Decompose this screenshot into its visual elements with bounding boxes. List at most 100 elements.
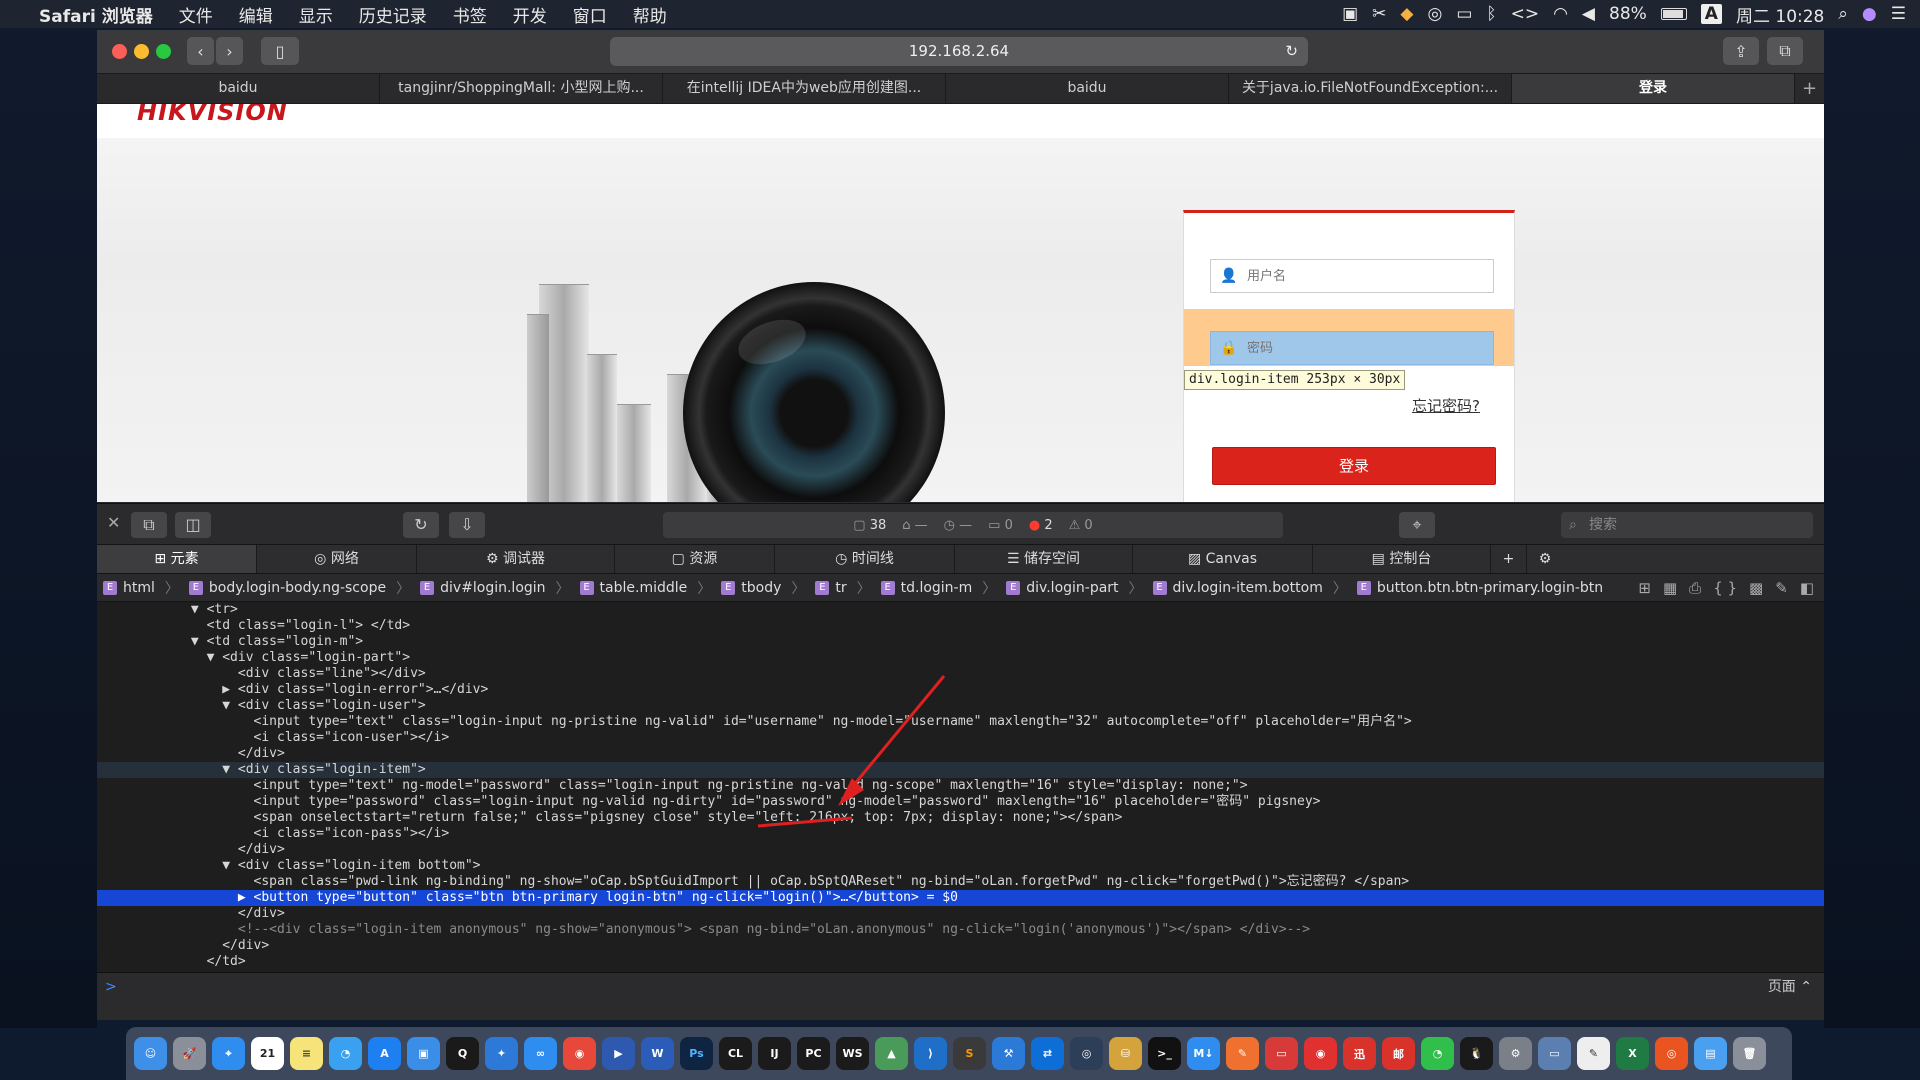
close-window-button[interactable]	[112, 44, 127, 59]
code-icon[interactable]: <>	[1511, 4, 1540, 24]
text-edit-icon[interactable]: ✎	[1577, 1037, 1610, 1070]
tab-overview-button[interactable]: ⧉	[1767, 37, 1803, 65]
dom-line[interactable]: <input type="password" class="login-inpu…	[97, 794, 1824, 810]
finder-icon[interactable]: ☺	[134, 1037, 167, 1070]
photoshop-icon[interactable]: Ps	[680, 1037, 713, 1070]
username-field[interactable]: 👤	[1210, 259, 1494, 293]
parallels-icon[interactable]: ▭	[1265, 1037, 1298, 1070]
reload-icon[interactable]: ↻	[1285, 37, 1298, 66]
mail-app-icon[interactable]: 邮	[1382, 1037, 1415, 1070]
volume-icon[interactable]: ◀	[1582, 4, 1595, 24]
airplay-icon[interactable]: ▭	[1456, 4, 1472, 24]
reload-page-button[interactable]: ↻	[403, 512, 439, 538]
calendar-icon[interactable]: 21	[251, 1037, 284, 1070]
swift-icon[interactable]: ✎	[1226, 1037, 1259, 1070]
breadcrumb-body[interactable]: Ebody.login-body.ng-scope 〉	[188, 578, 410, 598]
dom-line-selected[interactable]: ▶ <button type="button" class="btn btn-p…	[97, 890, 1824, 906]
app-store-icon[interactable]: A	[368, 1037, 401, 1070]
dom-line[interactable]: <div class="line"></div>	[97, 666, 1824, 682]
menu-develop[interactable]: 开发	[500, 2, 560, 27]
print-icon[interactable]: ⎙	[1689, 579, 1701, 597]
menu-app[interactable]: Safari 浏览器	[26, 2, 166, 27]
pencil-icon[interactable]: ✎	[1775, 579, 1788, 597]
tab-shoppingmall[interactable]: tangjinr/ShoppingMall: 小型网上购...	[380, 74, 663, 103]
element-picker-button[interactable]: ⌖	[1399, 512, 1435, 538]
dom-line[interactable]: </div>	[97, 906, 1824, 922]
camera-app-icon[interactable]: ◎	[1070, 1037, 1103, 1070]
tab-network[interactable]: ◎ 网络	[257, 545, 417, 573]
database-icon[interactable]: ⛁	[1109, 1037, 1142, 1070]
messages-icon[interactable]: ◔	[329, 1037, 362, 1070]
console-prompt[interactable]: > 页面 ⌃	[97, 972, 1824, 1002]
layout-grid-icon[interactable]: ⊞	[1638, 579, 1651, 597]
dom-line-comment[interactable]: <!--<div class="login-item anonymous" ng…	[97, 922, 1824, 938]
scissors-icon[interactable]: ✂	[1372, 4, 1386, 24]
pycharm-icon[interactable]: PC	[797, 1037, 830, 1070]
netease-music-icon[interactable]: ◉	[1304, 1037, 1337, 1070]
markdown-icon[interactable]: M↓	[1187, 1037, 1220, 1070]
minimize-window-button[interactable]	[134, 44, 149, 59]
tab-login[interactable]: 登录	[1512, 74, 1795, 103]
forward-button[interactable]: ›	[216, 37, 243, 65]
menu-bookmarks[interactable]: 书签	[440, 2, 500, 27]
menu-window[interactable]: 窗口	[560, 2, 620, 27]
tab-filenotfound[interactable]: 关于java.io.FileNotFoundException:...	[1229, 74, 1512, 103]
detach-inspector-button[interactable]: ⧉	[131, 512, 167, 538]
clion-icon[interactable]: CL	[719, 1037, 752, 1070]
menu-history[interactable]: 历史记录	[346, 2, 440, 27]
tab-elements[interactable]: ⊞ 元素	[97, 545, 257, 573]
dom-line[interactable]: </td>	[97, 954, 1824, 970]
add-tab-button[interactable]: +	[1491, 545, 1527, 573]
clock[interactable]: 周二 10:28	[1736, 2, 1824, 27]
layers-icon[interactable]: ▦	[1663, 579, 1677, 597]
braces-icon[interactable]: { }	[1713, 579, 1737, 597]
dom-line[interactable]: </div>	[97, 746, 1824, 762]
dom-line[interactable]: <td class="login-l"> </td>	[97, 618, 1824, 634]
dom-line[interactable]: ▼ <tr>	[97, 602, 1824, 618]
breadcrumb-button[interactable]: Ebutton.btn.btn-primary.login-btn	[1356, 580, 1603, 596]
tab-debugger[interactable]: ⚙ 调试器	[417, 545, 615, 573]
terminal-icon[interactable]: >_	[1148, 1037, 1181, 1070]
breadcrumb-tbody[interactable]: Etbody 〉	[721, 578, 805, 598]
downloads-folder-icon[interactable]: ▤	[1694, 1037, 1727, 1070]
launchpad-icon[interactable]: 🚀	[173, 1037, 206, 1070]
dom-line[interactable]: <input type="text" ng-model="password" c…	[97, 778, 1824, 794]
inspector-search[interactable]: ⌕ 搜索	[1561, 512, 1813, 538]
app-status-icon[interactable]: ◆	[1400, 4, 1413, 24]
notification-center-icon[interactable]: ☰	[1891, 4, 1906, 24]
download-archive-button[interactable]: ⇩	[449, 512, 485, 538]
share-button[interactable]: ⇪	[1723, 37, 1759, 65]
system-preferences-icon[interactable]: ⚙	[1499, 1037, 1532, 1070]
dom-line-hovered[interactable]: ▼ <div class="login-item">	[97, 762, 1824, 778]
tab-timeline[interactable]: ◷ 时间线	[775, 545, 955, 573]
dom-line[interactable]: <i class="icon-user"></i>	[97, 730, 1824, 746]
close-inspector-icon[interactable]: ✕	[107, 513, 120, 532]
wechat-dock-icon[interactable]: ◔	[1421, 1037, 1454, 1070]
battery-icon[interactable]	[1660, 8, 1687, 20]
dom-line[interactable]: <span onselectstart="return false;" clas…	[97, 810, 1824, 826]
breadcrumb-html[interactable]: Ehtml 〉	[103, 578, 179, 598]
quicktime-icon[interactable]: Q	[446, 1037, 479, 1070]
baidu-netdisk-icon[interactable]: ∞	[524, 1037, 557, 1070]
tab-baidu-2[interactable]: baidu	[946, 74, 1229, 103]
image-capture-icon[interactable]: ▭	[1538, 1037, 1571, 1070]
intellij-icon[interactable]: IJ	[758, 1037, 791, 1070]
excel-icon[interactable]: X	[1616, 1037, 1649, 1070]
inspector-settings-icon[interactable]: ⚙	[1527, 545, 1563, 573]
dom-line[interactable]: </div>	[97, 938, 1824, 954]
thunder-icon[interactable]: 迅	[1343, 1037, 1376, 1070]
tab-resources[interactable]: ▢ 资源	[615, 545, 775, 573]
ubuntu-icon[interactable]: ◎	[1655, 1037, 1688, 1070]
teamviewer-icon[interactable]: ⇄	[1031, 1037, 1064, 1070]
screen-capture-icon[interactable]: ▣	[1342, 4, 1358, 24]
webstorm-icon[interactable]: WS	[836, 1037, 869, 1070]
dom-line[interactable]: ▶ <div class="login-error">…</div>	[97, 682, 1824, 698]
breadcrumb-td[interactable]: Etd.login-m 〉	[880, 578, 996, 598]
menu-file[interactable]: 文件	[166, 2, 226, 27]
sublime-icon[interactable]: S	[953, 1037, 986, 1070]
breadcrumb-login-item[interactable]: Ediv.login-item.bottom 〉	[1152, 578, 1347, 598]
tab-baidu-1[interactable]: baidu	[97, 74, 380, 103]
bluetooth-icon[interactable]: ᛒ	[1486, 4, 1496, 24]
xcode-tools-icon[interactable]: ⚒	[992, 1037, 1025, 1070]
breadcrumb-login-part[interactable]: Ediv.login-part 〉	[1006, 578, 1143, 598]
